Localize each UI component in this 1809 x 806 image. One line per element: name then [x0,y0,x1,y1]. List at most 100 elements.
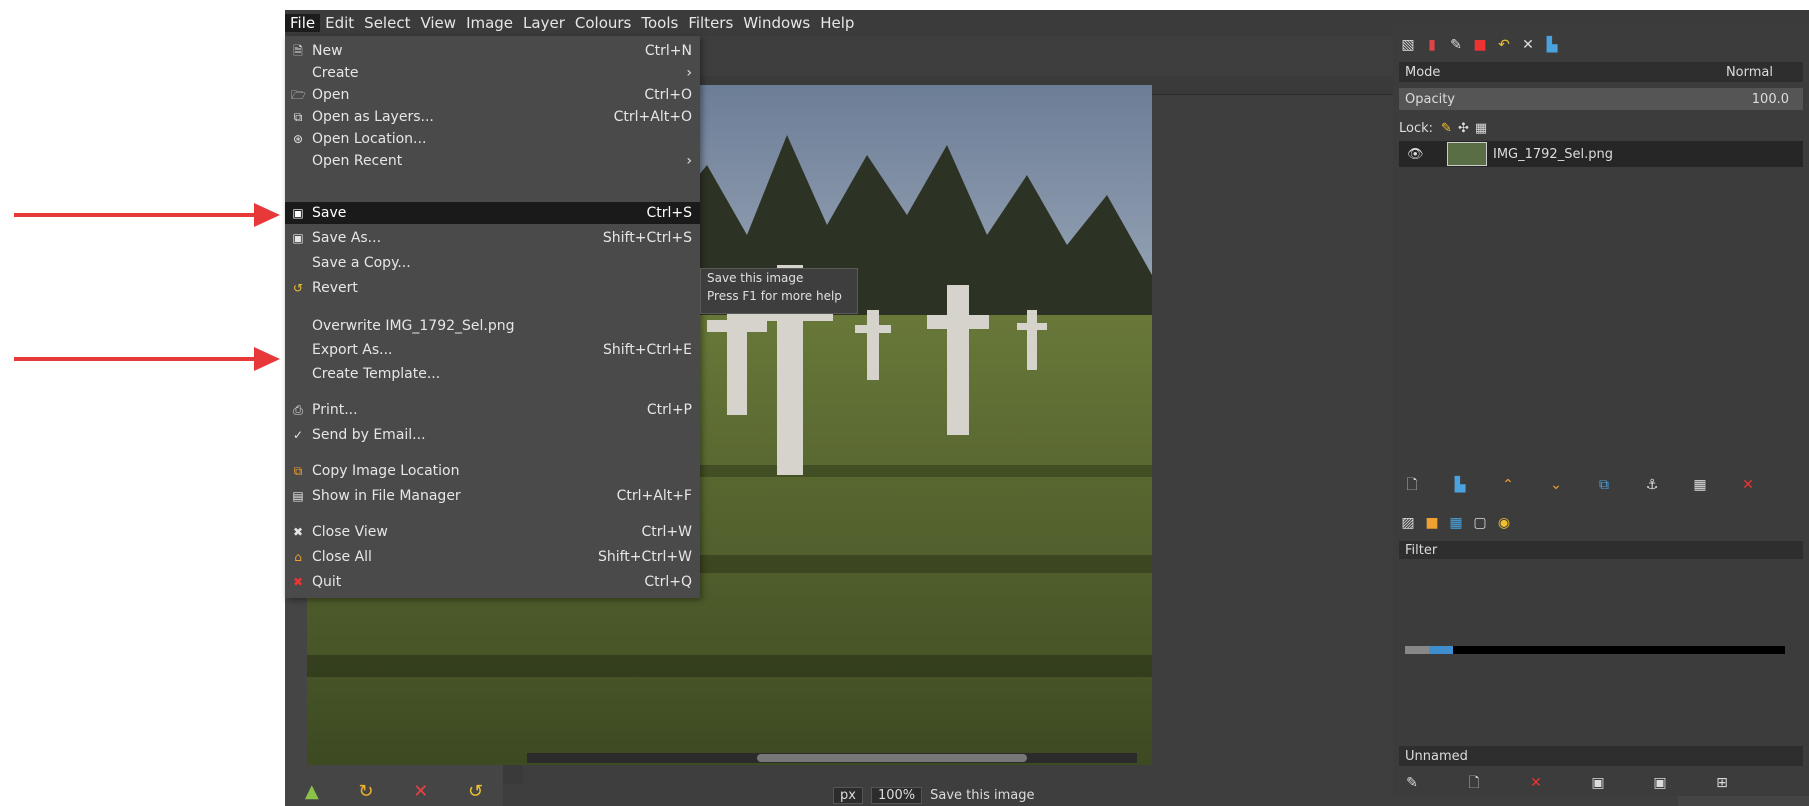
layers-mode-row[interactable]: Mode Normal [1399,62,1803,82]
brush-filter-row[interactable]: Filter [1399,541,1803,559]
gradients-tab-icon[interactable]: ▦ [1447,514,1465,532]
brushes-tabbar: ▨ ■ ▦ ▢ ◉ [1399,514,1513,532]
menu-file[interactable]: File [285,14,321,32]
layer-group-icon[interactable]: ▙ [1451,476,1469,494]
patterns-tab-icon[interactable]: ■ [1423,514,1441,532]
copy-location-icon: ⧉ [293,464,303,478]
annotation-arrow-save [14,203,280,227]
mask-layer-icon[interactable]: ▦ [1691,476,1709,494]
horizontal-scroll-thumb[interactable] [757,754,1027,762]
menu-help[interactable]: Help [815,14,859,32]
opacity-value[interactable]: 100.0 [1752,92,1803,107]
quit-icon: ✖ [292,575,304,589]
menu-item-revert[interactable]: ↺ Revert [285,277,700,299]
channels-tab-icon[interactable]: ▮ [1423,36,1441,54]
configure-icon[interactable]: ⊞ [1713,774,1731,792]
menu-item-save-as[interactable]: ▣ Save As... Shift+Ctrl+S [285,227,700,249]
menu-item-open-recent[interactable]: Open Recent › [285,150,700,172]
layer-name[interactable]: IMG_1792_Sel.png [1493,147,1613,162]
menu-item-quit[interactable]: ✖ Quit Ctrl+Q [285,571,700,593]
menu-tools[interactable]: Tools [636,14,683,32]
zoom-select[interactable]: 100% [870,786,923,804]
menu-item-overwrite[interactable]: Overwrite IMG_1792_Sel.png [285,315,700,337]
histogram-tab-icon[interactable]: ▙ [1543,36,1561,54]
tooltip-title: Save this image [707,271,804,285]
menu-image[interactable]: Image [461,14,518,32]
layer-row[interactable]: 👁 IMG_1792_Sel.png [1399,141,1803,167]
new-brush-icon[interactable]: 🗋 [1465,774,1483,792]
raise-layer-icon[interactable]: ⌃ [1499,476,1517,494]
unit-select[interactable]: px [833,786,863,804]
tag-value[interactable]: Unnamed [1399,749,1468,764]
palettes-tab-icon[interactable]: ◉ [1495,514,1513,532]
menu-item-copy-location[interactable]: ⧉ Copy Image Location [285,460,700,482]
menu-layer[interactable]: Layer [518,14,570,32]
menu-view[interactable]: View [415,14,461,32]
brushes-actions: ✎ 🗋 ✕ ▣ ▣ ⊞ [1403,774,1731,792]
duplicate-layer-icon[interactable]: ⧉ [1595,476,1613,494]
open-brush-icon[interactable]: ▣ [1651,774,1669,792]
close-all-icon: ⌂ [294,550,302,564]
mode-value[interactable]: Normal [1726,65,1803,80]
menu-item-new[interactable]: 🗎 New Ctrl+N [285,40,700,62]
menu-item-open-as-layers[interactable]: ⧉ Open as Layers... Ctrl+Alt+O [285,106,700,128]
opacity-row[interactable]: Opacity 100.0 [1399,88,1803,110]
anchor-layer-icon[interactable]: ⚓ [1643,476,1661,494]
revert-icon: ↺ [292,281,304,295]
menu-edit[interactable]: Edit [320,14,359,32]
layers-actions: 🗋 ▙ ⌃ ⌄ ⧉ ⚓ ▦ ✕ [1403,476,1757,494]
layers-tab-icon[interactable]: ▧ [1399,36,1417,54]
menu-item-send-email[interactable]: ✓ Send by Email... [285,424,700,446]
fonts-tab-icon[interactable]: ▢ [1471,514,1489,532]
restore-icon[interactable]: ↻ [358,781,373,802]
lock-position-icon[interactable]: ✣ [1458,121,1469,136]
pointer-tab-icon[interactable]: ✕ [1519,36,1537,54]
menu-filters[interactable]: Filters [683,14,738,32]
paths-tab-icon[interactable]: ✎ [1447,36,1465,54]
menu-item-save[interactable]: ▣ Save Ctrl+S [285,202,700,224]
menu-item-save-copy[interactable]: Save a Copy... [285,252,700,274]
new-layer-icon[interactable]: 🗋 [1403,476,1421,494]
menu-item-open[interactable]: 🗁 Open Ctrl+O [285,84,700,106]
close-view-icon: ✖ [292,525,304,539]
lock-row: Lock: ✎ ✣ ▦ [1399,118,1803,138]
open-layers-icon: ⧉ [293,110,303,124]
opacity-label: Opacity [1405,91,1456,107]
lower-layer-icon[interactable]: ⌄ [1547,476,1565,494]
menu-item-close-all[interactable]: ⌂ Close All Shift+Ctrl+W [285,546,700,568]
edit-brush-icon[interactable]: ✎ [1403,774,1421,792]
email-icon: ✓ [292,428,304,442]
delete-brush-icon[interactable]: ✕ [1527,774,1545,792]
delete-layer-icon[interactable]: ✕ [1739,476,1757,494]
menu-item-create[interactable]: Create › [285,62,700,84]
lock-pixels-icon[interactable]: ✎ [1441,121,1452,136]
delete-icon[interactable]: ✕ [413,781,428,802]
menu-item-print[interactable]: ⎙ Print... Ctrl+P [285,399,700,421]
menu-item-close-view[interactable]: ✖ Close View Ctrl+W [285,521,700,543]
horizontal-scrollbar[interactable] [527,753,1137,763]
brushes-tab-icon[interactable]: ▨ [1399,514,1417,532]
filter-label: Filter [1405,542,1438,558]
lock-alpha-icon[interactable]: ▦ [1475,121,1487,136]
open-folder-icon: 🗁 [291,88,306,102]
refresh-brushes-icon[interactable]: ▣ [1589,774,1607,792]
brush-preview-bar [1405,646,1785,654]
menu-item-export-as[interactable]: Export As... Shift+Ctrl+E [285,339,700,361]
layer-thumbnail [1447,142,1487,166]
save-device-icon[interactable]: ▲ [305,781,319,802]
save-as-icon: ▣ [292,231,304,245]
undo-tab-icon[interactable]: ↶ [1495,36,1513,54]
brush-tag-row[interactable]: Unnamed [1399,746,1803,766]
menu-select[interactable]: Select [359,14,415,32]
colormap-tab-icon[interactable]: ■ [1471,36,1489,54]
status-message: Save this image [930,787,1035,803]
canvas-status-bar: px 100% Save this image [833,784,1035,806]
menu-colours[interactable]: Colours [570,14,636,32]
visibility-eye-icon[interactable]: 👁 [1399,147,1447,162]
menu-item-create-template[interactable]: Create Template... [285,363,700,385]
menu-item-show-file-manager[interactable]: ▤ Show in File Manager Ctrl+Alt+F [285,485,700,507]
menu-windows[interactable]: Windows [738,14,815,32]
menu-item-open-location[interactable]: ⊛ Open Location... [285,128,700,150]
reset-icon[interactable]: ↺ [468,781,483,802]
annotation-arrow-export-as [14,347,280,371]
